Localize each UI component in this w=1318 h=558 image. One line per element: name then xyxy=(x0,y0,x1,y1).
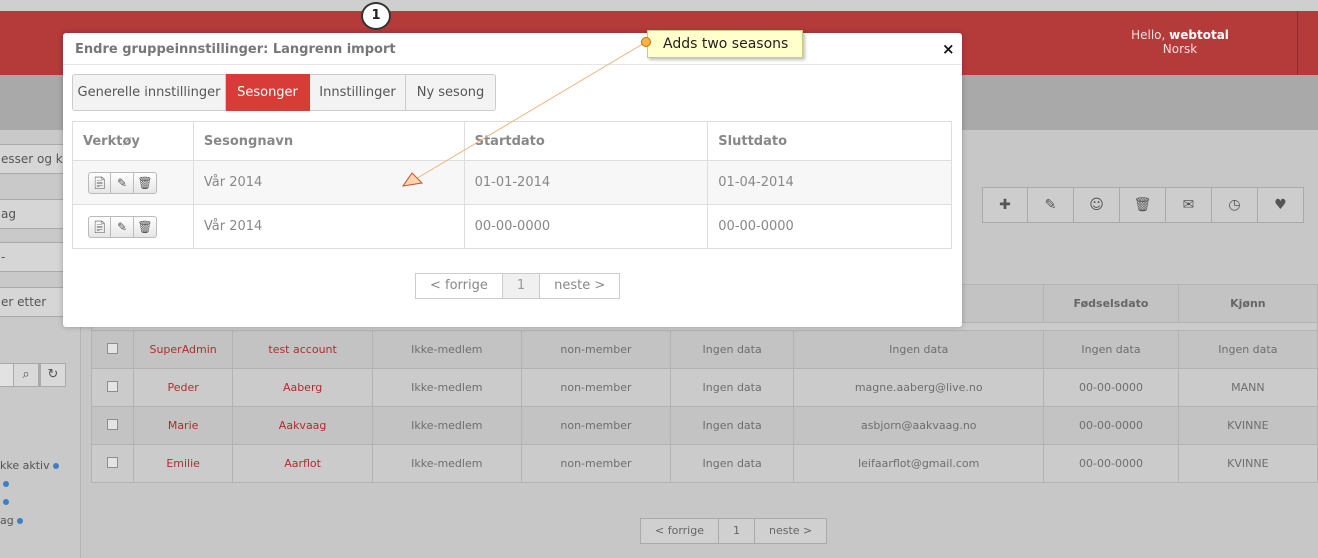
callout-line xyxy=(413,41,647,181)
callout-anchor-dot xyxy=(641,37,651,47)
callout-pointer xyxy=(401,41,647,187)
tooltip-callout: Adds two seasons xyxy=(647,30,803,58)
step-number-badge: 1 xyxy=(361,2,391,30)
pointer-arrow-icon xyxy=(401,172,424,187)
